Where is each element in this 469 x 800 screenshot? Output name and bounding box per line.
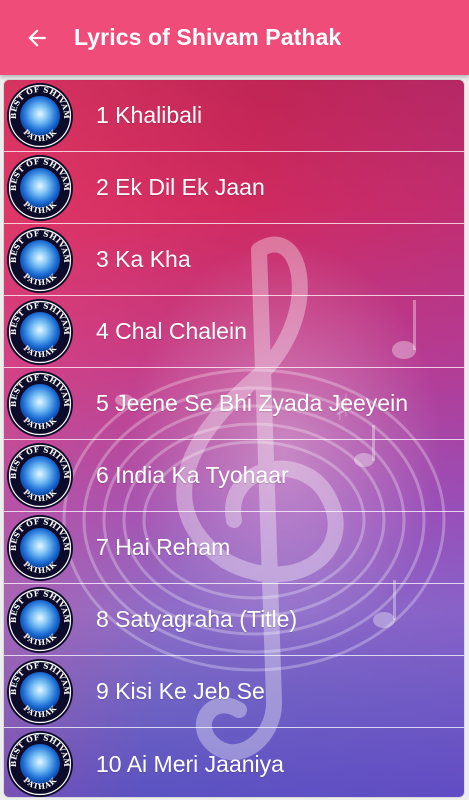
best-of-shivam-logo: BEST OF SHIVAM PATHAK (7, 514, 73, 581)
best-of-shivam-logo: BEST OF SHIVAM PATHAK (7, 586, 73, 653)
song-list: BEST OF SHIVAM PATHAK 1 Khalibali BEST O… (4, 80, 464, 797)
song-item-7[interactable]: BEST OF SHIVAM PATHAK 7 Hai Reham (4, 512, 464, 584)
song-title: 8 Satyagraha (Title) (96, 606, 298, 632)
song-title: 1 Khalibali (96, 102, 203, 128)
song-title: 3 Ka Kha (96, 246, 191, 272)
back-button[interactable] (0, 0, 74, 75)
song-title: 7 Hai Reham (96, 534, 231, 560)
song-item-2[interactable]: BEST OF SHIVAM PATHAK 2 Ek Dil Ek Jaan (4, 152, 464, 224)
song-item-4[interactable]: BEST OF SHIVAM PATHAK 4 Chal Chalein (4, 296, 464, 368)
song-title: 2 Ek Dil Ek Jaan (96, 174, 265, 200)
best-of-shivam-logo: BEST OF SHIVAM PATHAK (7, 731, 73, 797)
best-of-shivam-logo: BEST OF SHIVAM PATHAK (7, 226, 73, 293)
song-item-6[interactable]: BEST OF SHIVAM PATHAK 6 India Ka Tyohaar (4, 440, 464, 512)
best-of-shivam-logo: BEST OF SHIVAM PATHAK (7, 370, 73, 437)
song-list-panel: ♯ BEST OF SHIVAM PATHAK 1 Khalibali BEST… (3, 79, 465, 798)
song-title: 9 Kisi Ke Jeb Se (96, 678, 265, 704)
best-of-shivam-logo: BEST OF SHIVAM PATHAK (7, 442, 73, 509)
app-bar: Lyrics of Shivam Pathak (0, 0, 469, 75)
best-of-shivam-logo: BEST OF SHIVAM PATHAK (7, 82, 73, 149)
song-item-9[interactable]: BEST OF SHIVAM PATHAK 9 Kisi Ke Jeb Se (4, 656, 464, 728)
song-item-1[interactable]: BEST OF SHIVAM PATHAK 1 Khalibali (4, 80, 464, 152)
page-title: Lyrics of Shivam Pathak (74, 24, 342, 50)
song-item-8[interactable]: BEST OF SHIVAM PATHAK 8 Satyagraha (Titl… (4, 584, 464, 656)
arrow-back-icon (28, 28, 46, 47)
song-title: 10 Ai Meri Jaaniya (96, 750, 284, 777)
song-item-3[interactable]: BEST OF SHIVAM PATHAK 3 Ka Kha (4, 224, 464, 296)
content-area: ♯ BEST OF SHIVAM PATHAK 1 Khalibali BEST… (0, 75, 469, 800)
song-title: 6 India Ka Tyohaar (96, 462, 289, 488)
song-title: 5 Jeene Se Bhi Zyada Jeeyein (96, 390, 408, 416)
best-of-shivam-logo: BEST OF SHIVAM PATHAK (7, 658, 73, 725)
best-of-shivam-logo: BEST OF SHIVAM PATHAK (7, 298, 73, 365)
song-item-10[interactable]: BEST OF SHIVAM PATHAK 10 Ai Meri Jaaniya (4, 728, 464, 797)
song-title: 4 Chal Chalein (96, 318, 247, 344)
song-item-5[interactable]: BEST OF SHIVAM PATHAK 5 Jeene Se Bhi Zya… (4, 368, 464, 440)
best-of-shivam-logo: BEST OF SHIVAM PATHAK (7, 154, 73, 221)
